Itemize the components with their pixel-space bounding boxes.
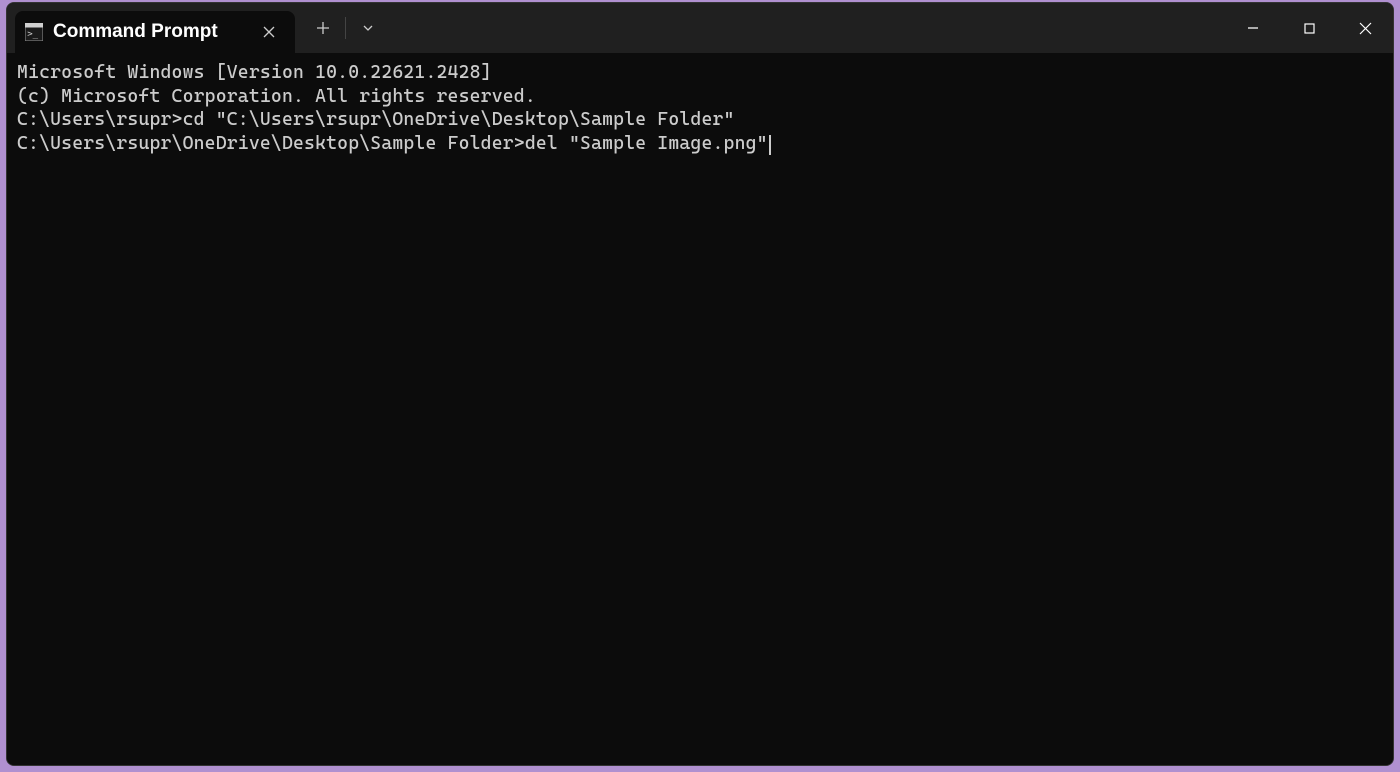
terminal-output[interactable]: Microsoft Windows [Version 10.0.22621.24… bbox=[7, 53, 1393, 765]
tab-title: Command Prompt bbox=[53, 21, 247, 43]
divider bbox=[345, 17, 346, 39]
tab-dropdown-button[interactable] bbox=[350, 10, 386, 46]
minimize-button[interactable] bbox=[1225, 3, 1281, 53]
close-button[interactable] bbox=[1337, 3, 1393, 53]
text-cursor bbox=[769, 135, 771, 155]
terminal-window: >_ Command Prompt bbox=[6, 2, 1394, 766]
svg-text:>_: >_ bbox=[27, 30, 38, 40]
tab-command-prompt[interactable]: >_ Command Prompt bbox=[15, 11, 295, 53]
window-controls bbox=[1225, 3, 1393, 53]
terminal-line: C:\Users\rsupr\OneDrive\Desktop\Sample F… bbox=[17, 132, 1383, 156]
new-tab-button[interactable] bbox=[305, 10, 341, 46]
terminal-line: Microsoft Windows [Version 10.0.22621.24… bbox=[17, 61, 1383, 85]
tab-close-button[interactable] bbox=[257, 20, 281, 44]
tab-strip: >_ Command Prompt bbox=[7, 3, 295, 53]
titlebar[interactable]: >_ Command Prompt bbox=[7, 3, 1393, 53]
terminal-line: (c) Microsoft Corporation. All rights re… bbox=[17, 85, 1383, 109]
new-tab-area bbox=[295, 3, 386, 53]
terminal-line: C:\Users\rsupr>cd "C:\Users\rsupr\OneDri… bbox=[17, 108, 1383, 132]
titlebar-drag-region[interactable] bbox=[386, 3, 1225, 53]
maximize-button[interactable] bbox=[1281, 3, 1337, 53]
cmd-icon: >_ bbox=[25, 23, 43, 41]
